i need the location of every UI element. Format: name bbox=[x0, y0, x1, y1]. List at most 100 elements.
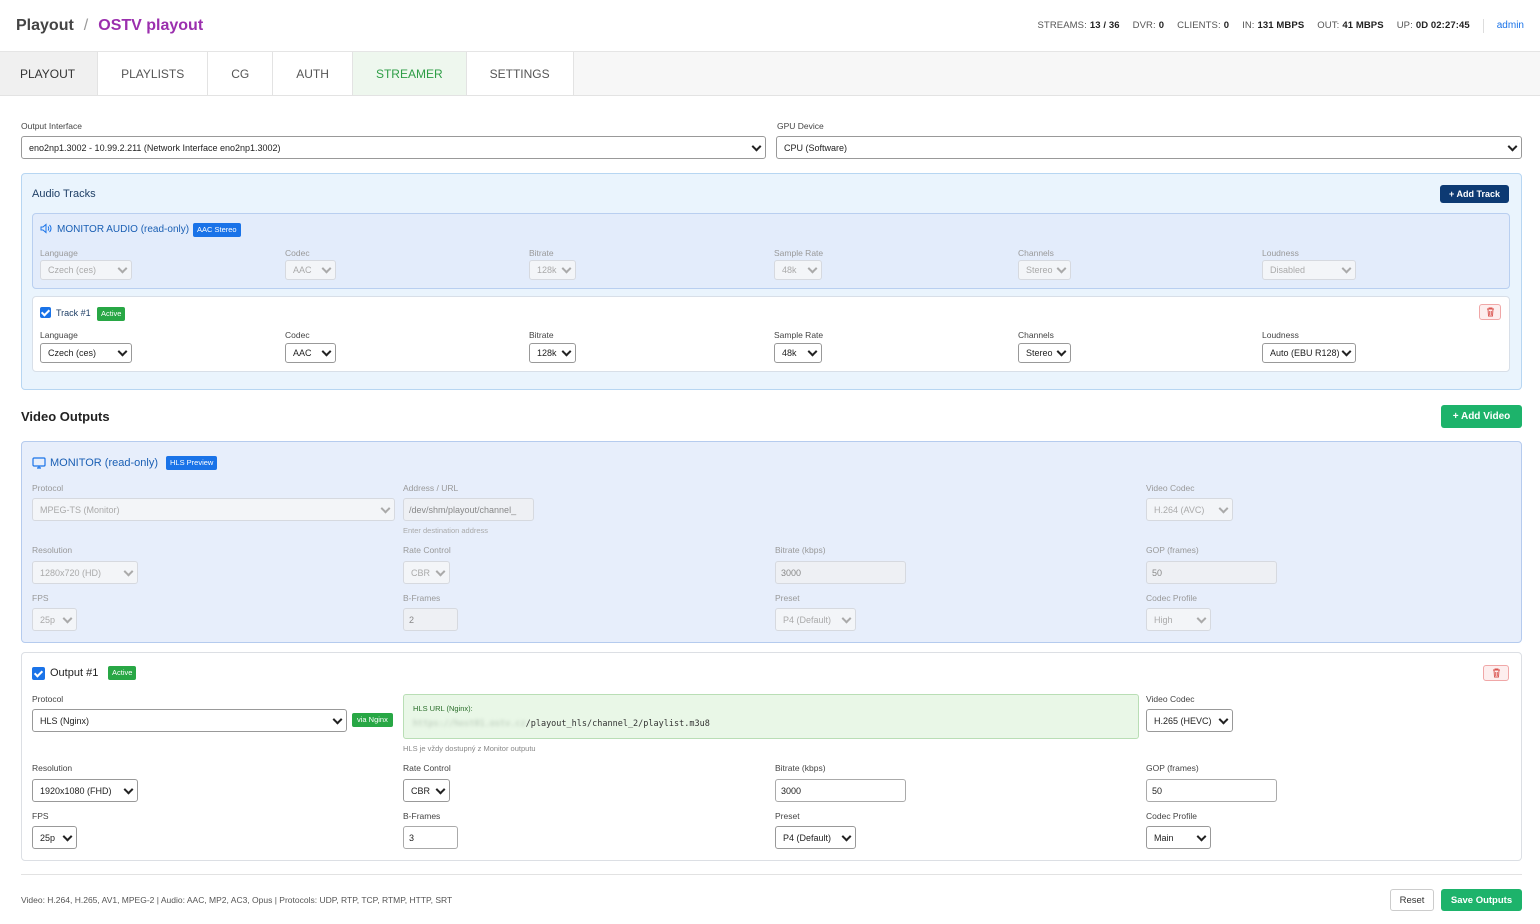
monitor-resolution-select: 1280x720 (HD) bbox=[32, 561, 138, 584]
speaker-icon bbox=[40, 223, 52, 234]
status-stats: STREAMS: 13 / 36 DVR: 0 CLIENTS: 0 IN: 131 M… bbox=[1024, 18, 1524, 33]
chevron-down-icon bbox=[332, 714, 343, 725]
track-enabled-checkbox[interactable] bbox=[40, 307, 51, 318]
add-video-button[interactable]: + Add Video bbox=[1441, 405, 1522, 428]
tab-streamer[interactable]: STREAMER bbox=[352, 52, 467, 95]
output-bitrate-input[interactable]: 3000 bbox=[775, 779, 906, 802]
monitor-rate-label: Rate Control bbox=[403, 545, 451, 555]
output-resolution-label: Resolution bbox=[32, 763, 73, 773]
monitor-bitrate-label: Bitrate bbox=[529, 248, 554, 258]
output-rate-select[interactable]: CBR bbox=[403, 779, 450, 802]
output-resolution-select[interactable]: 1920x1080 (FHD) bbox=[32, 779, 138, 802]
via-nginx-badge: via Nginx bbox=[352, 713, 393, 727]
track-status-badge: Active bbox=[97, 307, 126, 321]
track-title: Track #1 bbox=[56, 308, 91, 318]
monitor-channels-label: Channels bbox=[1018, 248, 1054, 258]
delete-output-button[interactable] bbox=[1483, 665, 1509, 681]
top-bar: Playout / OSTV playout STREAMS: 13 / 36 D… bbox=[0, 0, 1540, 52]
output-profile-label: Codec Profile bbox=[1146, 811, 1198, 821]
monitor-bitrate-input: 3000 bbox=[775, 561, 906, 584]
monitor-codec-video-label: Video Codec bbox=[1146, 483, 1195, 493]
output-enabled-checkbox[interactable] bbox=[32, 667, 45, 680]
breadcrumb-channel: OSTV playout bbox=[98, 16, 204, 34]
breadcrumb-root[interactable]: Playout bbox=[16, 17, 74, 35]
chevron-down-icon bbox=[380, 503, 391, 514]
output-video-codec-select[interactable]: H.265 (HEVC) bbox=[1146, 709, 1233, 732]
chevron-down-icon bbox=[435, 566, 446, 577]
output-gop-label: GOP (frames) bbox=[1146, 763, 1199, 773]
output-preset-select[interactable]: P4 (Default) bbox=[775, 826, 856, 849]
output-status-badge: Active bbox=[108, 666, 137, 680]
chevron-down-icon bbox=[321, 346, 332, 357]
save-outputs-button[interactable]: Save Outputs bbox=[1441, 889, 1522, 911]
monitor-video-codec-select: H.264 (AVC) bbox=[1146, 498, 1233, 521]
chevron-down-icon bbox=[1218, 714, 1229, 725]
output-fps-select[interactable]: 25p bbox=[32, 826, 77, 849]
monitor-audio-title: MONITOR AUDIO (read-only) bbox=[57, 224, 190, 235]
audio-format-badge: AAC Stereo bbox=[193, 223, 241, 237]
output-protocol-select[interactable]: HLS (Nginx) bbox=[32, 709, 347, 732]
breadcrumb: Playout / OSTV playout bbox=[16, 17, 203, 35]
output-protocol-label: Protocol bbox=[32, 694, 64, 704]
gpu-device-select[interactable]: CPU (Software) bbox=[776, 136, 1522, 159]
track-loudness-select[interactable]: Auto (EBU R128) bbox=[1262, 343, 1356, 363]
monitor-gop-label: GOP (frames) bbox=[1146, 545, 1199, 555]
output-preset-label: Preset bbox=[775, 811, 800, 821]
delete-track-button[interactable] bbox=[1479, 304, 1501, 320]
supported-formats-info: Video: H.264, H.265, AV1, MPEG-2 | Audio… bbox=[21, 895, 453, 905]
tab-auth[interactable]: AUTH bbox=[273, 52, 353, 95]
monitor-profile-select: High bbox=[1146, 608, 1211, 631]
monitor-language-label: Language bbox=[40, 248, 78, 258]
track-language-label: Language bbox=[40, 330, 78, 340]
monitor-language-select: Czech (ces) bbox=[40, 260, 132, 280]
monitor-samplerate-select: 48k bbox=[774, 260, 822, 280]
output-gop-input[interactable]: 50 bbox=[1146, 779, 1277, 802]
tab-cg[interactable]: CG bbox=[208, 52, 274, 95]
track-channels-select[interactable]: Stereo bbox=[1018, 343, 1071, 363]
output-interface-label: Output Interface bbox=[21, 121, 82, 131]
monitor-video-title: MONITOR (read-only) bbox=[50, 457, 158, 469]
track-codec-select[interactable]: AAC bbox=[285, 343, 336, 363]
breadcrumb-separator: / bbox=[83, 16, 89, 34]
stat-clients: CLIENTS: 0 bbox=[1177, 20, 1230, 31]
gpu-device-label: GPU Device bbox=[777, 121, 824, 131]
chevron-down-icon bbox=[561, 346, 572, 357]
chevron-down-icon bbox=[807, 263, 818, 274]
track-samplerate-select[interactable]: 48k bbox=[774, 343, 822, 363]
monitor-protocol-label: Protocol bbox=[32, 483, 64, 493]
chevron-down-icon bbox=[123, 784, 134, 795]
output-bframes-input[interactable]: 3 bbox=[403, 826, 458, 849]
tab-playout[interactable]: PLAYOUT bbox=[0, 52, 99, 95]
track-language-select[interactable]: Czech (ces) bbox=[40, 343, 132, 363]
chevron-down-icon bbox=[62, 831, 73, 842]
stat-dvr: DVR: 0 bbox=[1132, 20, 1165, 31]
hls-url-hint: HLS je vždy dostupný z Monitor outputu bbox=[403, 744, 536, 753]
add-track-button[interactable]: + Add Track bbox=[1440, 185, 1509, 203]
monitor-preset-label: Preset bbox=[775, 593, 800, 603]
monitor-fps-select: 25p bbox=[32, 608, 77, 631]
audio-tracks-title: Audio Tracks bbox=[32, 188, 96, 200]
output-interface-select[interactable]: eno2np1.3002 - 10.99.2.211 (Network Inte… bbox=[21, 136, 766, 159]
tab-playlists[interactable]: PLAYLISTS bbox=[98, 52, 209, 95]
track-codec-label: Codec bbox=[285, 330, 310, 340]
chevron-down-icon bbox=[1218, 503, 1229, 514]
stat-uptime: UP: 0D 02:27:45 bbox=[1396, 20, 1470, 31]
footer-divider bbox=[21, 874, 1522, 875]
monitor-preview-badge: HLS Preview bbox=[166, 456, 218, 470]
monitor-address-hint: Enter destination address bbox=[403, 526, 489, 535]
reset-button[interactable]: Reset bbox=[1390, 889, 1434, 911]
track-bitrate-select[interactable]: 128k bbox=[529, 343, 576, 363]
monitor-resolution-label: Resolution bbox=[32, 545, 73, 555]
user-menu-link[interactable]: admin bbox=[1497, 20, 1524, 31]
monitor-address-input: /dev/shm/playout/channel_ bbox=[403, 498, 534, 521]
monitor-address-label: Address / URL bbox=[403, 483, 459, 493]
stat-in: IN: 131 MBPS bbox=[1242, 20, 1305, 31]
output-profile-select[interactable]: Main bbox=[1146, 826, 1211, 849]
hls-url-value[interactable]: https://host01.ostv.cz/playout_hls/chann… bbox=[413, 719, 710, 729]
monitor-loudness-label: Loudness bbox=[1262, 248, 1299, 258]
main-tabs: PLAYOUT PLAYLISTS CG AUTH STREAMER SETTI… bbox=[0, 52, 1540, 96]
tab-settings[interactable]: SETTINGS bbox=[466, 52, 574, 95]
chevron-down-icon bbox=[1196, 613, 1207, 624]
track-loudness-label: Loudness bbox=[1262, 330, 1299, 340]
output-fps-label: FPS bbox=[32, 811, 49, 821]
